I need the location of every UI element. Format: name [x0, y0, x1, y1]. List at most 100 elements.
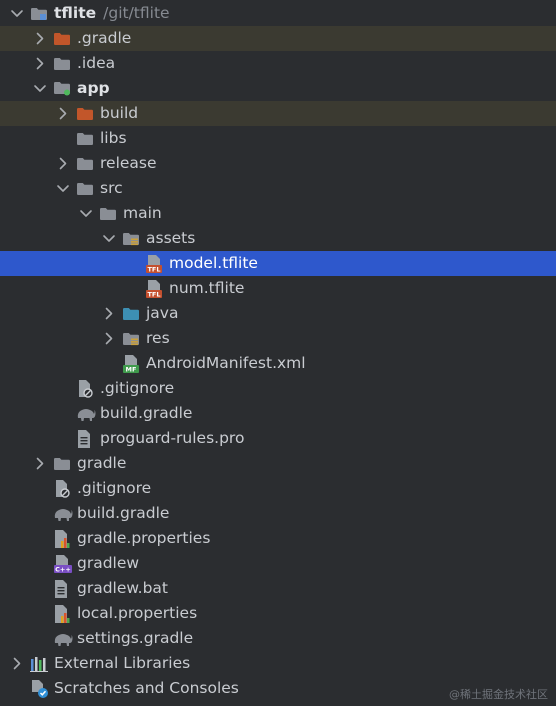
- source-folder-icon: [122, 301, 142, 326]
- tree-item-label: java: [146, 304, 179, 322]
- tree-row[interactable]: C++ gradlew: [0, 551, 556, 576]
- tree-row[interactable]: main: [0, 201, 556, 226]
- tree-row[interactable]: gradle.properties: [0, 526, 556, 551]
- tree-row[interactable]: .gitignore: [0, 476, 556, 501]
- chevron-right-icon[interactable]: [56, 101, 70, 126]
- resources-folder-icon: [122, 226, 142, 251]
- chevron-right-icon[interactable]: [33, 451, 47, 476]
- properties-file-icon: [53, 526, 73, 551]
- tree-item-label: Scratches and Consoles: [54, 679, 239, 697]
- tree-item-label: res: [146, 329, 170, 347]
- excluded-folder-icon: [53, 26, 73, 51]
- gradle-elephant-icon: [53, 501, 73, 526]
- tree-row[interactable]: build.gradle: [0, 501, 556, 526]
- tree-row[interactable]: tflite/git/tflite: [0, 1, 556, 26]
- tree-row[interactable]: app: [0, 76, 556, 101]
- folder-icon: [53, 451, 73, 476]
- chevron-down-icon[interactable]: [10, 1, 24, 26]
- tree-item-label: External Libraries: [54, 654, 191, 672]
- svg-text:C++: C++: [55, 565, 71, 573]
- tree-row[interactable]: build.gradle: [0, 401, 556, 426]
- tree-item-label: .idea: [77, 54, 116, 72]
- ignore-file-icon: [76, 376, 96, 401]
- properties-file-icon: [53, 601, 73, 626]
- shell-script-icon: C++: [53, 551, 73, 576]
- app-module-icon: [53, 76, 73, 101]
- folder-icon: [76, 176, 96, 201]
- chevron-right-icon[interactable]: [56, 151, 70, 176]
- tree-row[interactable]: .gitignore: [0, 376, 556, 401]
- watermark: @稀土掘金技术社区: [449, 688, 548, 701]
- chevron-down-icon[interactable]: [33, 76, 47, 101]
- gradle-elephant-icon: [76, 401, 96, 426]
- svg-text:MF: MF: [126, 365, 137, 373]
- chevron-down-icon[interactable]: [56, 176, 70, 201]
- tree-row[interactable]: res: [0, 326, 556, 351]
- tree-row[interactable]: TFL num.tflite: [0, 276, 556, 301]
- tree-item-label: gradlew: [77, 554, 140, 572]
- chevron-right-icon[interactable]: [33, 51, 47, 76]
- tree-row[interactable]: local.properties: [0, 601, 556, 626]
- tree-row[interactable]: .gradle: [0, 26, 556, 51]
- chevron-down-icon[interactable]: [79, 201, 93, 226]
- folder-icon: [99, 201, 119, 226]
- tree-item-label: .gradle: [77, 29, 132, 47]
- text-file-icon: [53, 576, 73, 601]
- svg-text:TFL: TFL: [147, 290, 160, 298]
- tree-row[interactable]: java: [0, 301, 556, 326]
- folder-icon: [76, 151, 96, 176]
- ignore-file-icon: [53, 476, 73, 501]
- chevron-right-icon[interactable]: [102, 326, 116, 351]
- tree-row[interactable]: MF AndroidManifest.xml: [0, 351, 556, 376]
- tree-row[interactable]: src: [0, 176, 556, 201]
- chevron-right-icon[interactable]: [33, 26, 47, 51]
- folder-icon: [53, 51, 73, 76]
- scratches-icon: [30, 676, 50, 701]
- tree-item-label: build: [100, 104, 139, 122]
- tree-row[interactable]: External Libraries: [0, 651, 556, 676]
- tflite-file-icon: TFL: [145, 276, 165, 301]
- tree-item-label: libs: [100, 129, 127, 147]
- tree-item-label: main: [123, 204, 162, 222]
- tree-item-label: release: [100, 154, 157, 172]
- tree-row[interactable]: assets: [0, 226, 556, 251]
- tree-item-label: build.gradle: [77, 504, 170, 522]
- text-file-icon: [76, 426, 96, 451]
- tree-row[interactable]: TFL model.tflite: [0, 251, 556, 276]
- resources-folder-icon: [122, 326, 142, 351]
- tree-row[interactable]: proguard-rules.pro: [0, 426, 556, 451]
- chevron-down-icon[interactable]: [102, 226, 116, 251]
- excluded-folder-icon: [76, 101, 96, 126]
- tree-row[interactable]: gradlew.bat: [0, 576, 556, 601]
- chevron-right-icon[interactable]: [102, 301, 116, 326]
- libraries-icon: [30, 651, 50, 676]
- tree-item-label: gradle.properties: [77, 529, 211, 547]
- tree-item-label: num.tflite: [169, 279, 245, 297]
- tree-row[interactable]: release: [0, 151, 556, 176]
- module-folder-icon: [30, 1, 50, 26]
- tree-item-label: proguard-rules.pro: [100, 429, 245, 447]
- tree-item-label: assets: [146, 229, 196, 247]
- tree-item-label: model.tflite: [169, 254, 258, 272]
- tree-item-label: gradlew.bat: [77, 579, 168, 597]
- manifest-file-icon: MF: [122, 351, 142, 376]
- tree-item-label: AndroidManifest.xml: [146, 354, 306, 372]
- tree-row[interactable]: .idea: [0, 51, 556, 76]
- svg-text:TFL: TFL: [147, 265, 160, 273]
- tree-item-label: tflite/git/tflite: [54, 4, 170, 22]
- chevron-right-icon[interactable]: [10, 651, 24, 676]
- tree-row[interactable]: gradle: [0, 451, 556, 476]
- tree-row[interactable]: libs: [0, 126, 556, 151]
- folder-icon: [76, 126, 96, 151]
- gradle-elephant-icon: [53, 626, 73, 651]
- project-path-hint: /git/tflite: [103, 4, 170, 22]
- tree-row[interactable]: settings.gradle: [0, 626, 556, 651]
- tree-item-label: app: [77, 79, 110, 97]
- tflite-file-icon: TFL: [145, 251, 165, 276]
- tree-item-label: build.gradle: [100, 404, 193, 422]
- tree-item-label: local.properties: [77, 604, 198, 622]
- tree-item-label: src: [100, 179, 123, 197]
- tree-item-label: gradle: [77, 454, 127, 472]
- tree-item-label: .gitignore: [77, 479, 152, 497]
- tree-row[interactable]: build: [0, 101, 556, 126]
